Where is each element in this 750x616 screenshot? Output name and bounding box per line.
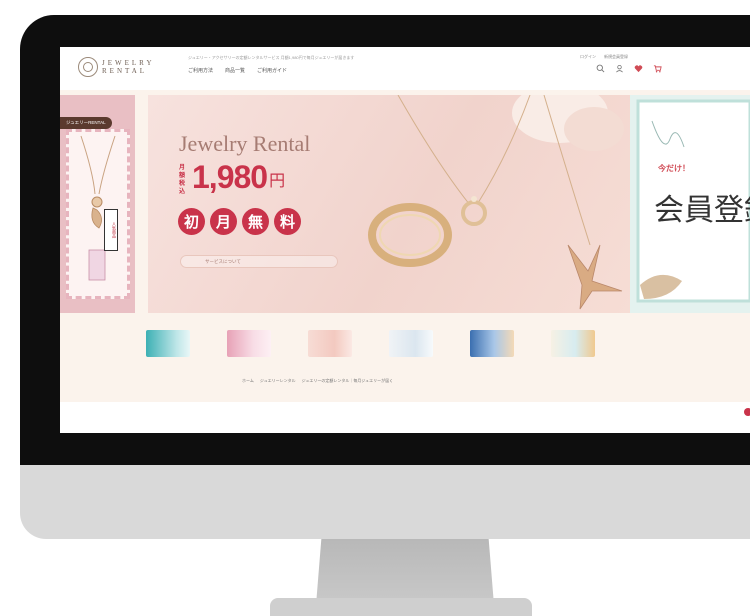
main-nav: ご利用方法 商品一覧 ご利用ガイド bbox=[188, 67, 287, 74]
monitor-chin bbox=[20, 465, 750, 539]
free-badge: 月 bbox=[210, 208, 237, 235]
thumbnail-2[interactable] bbox=[227, 330, 271, 357]
free-badge: 初 bbox=[178, 208, 205, 235]
logo-text: JEWELRY RENTAL bbox=[102, 59, 155, 75]
top-notice: ジュエリー・アクセサリーの定額レンタルサービス 月額1,980円で毎月ジュエリー… bbox=[188, 55, 355, 60]
prev-slide[interactable]: ジュエリーRENTAL 人気商品 bbox=[60, 95, 135, 313]
thumbnail-5[interactable] bbox=[470, 330, 514, 357]
price-unit: 円 bbox=[269, 173, 286, 190]
user-icon[interactable] bbox=[615, 64, 624, 73]
necklace-image bbox=[80, 135, 116, 281]
breadcrumb-home[interactable]: ホーム bbox=[242, 378, 254, 384]
thumbnail-4[interactable] bbox=[389, 330, 433, 357]
site-logo[interactable]: JEWELRY RENTAL bbox=[78, 57, 155, 77]
breadcrumb-current: ジュエリーの定額レンタル｜毎月ジュエリーが届く bbox=[301, 378, 394, 383]
left-slide-card bbox=[66, 129, 130, 299]
nav-item-guide[interactable]: ご利用ガイド bbox=[257, 67, 287, 74]
left-caption: 人気商品 bbox=[104, 209, 118, 251]
thumbnail-6[interactable] bbox=[551, 330, 595, 357]
jewelry-illustration bbox=[368, 95, 624, 310]
first-month-free-badges: 初 月 無 料 bbox=[178, 208, 301, 235]
hero-carousel: ジュエリーRENTAL 人気商品 Jewelry Rental 月額税込 1,9… bbox=[60, 90, 750, 320]
floating-button[interactable] bbox=[744, 408, 750, 416]
signup-link[interactable]: 新規会員登録 bbox=[604, 54, 628, 60]
search-icon[interactable] bbox=[596, 64, 605, 73]
page-content bbox=[60, 402, 750, 433]
free-badge: 料 bbox=[274, 208, 301, 235]
price-value: 1,980 bbox=[192, 159, 268, 195]
service-info-button[interactable]: サービスについて bbox=[180, 255, 338, 268]
monitor-foot bbox=[270, 598, 532, 616]
left-badge: ジュエリーRENTAL bbox=[60, 117, 112, 129]
monitor-stand bbox=[316, 539, 494, 605]
account-links: ログイン 新規会員登録 bbox=[580, 54, 628, 60]
logo-line-2: RENTAL bbox=[102, 67, 148, 75]
promo-title: 会員登録 bbox=[654, 193, 750, 228]
website-screen: JEWELRY RENTAL ジュエリー・アクセサリーの定額レンタルサービス 月… bbox=[60, 47, 750, 433]
main-banner[interactable]: Jewelry Rental 月額税込 1,980 円 初 月 無 料 サービス… bbox=[148, 95, 630, 313]
free-badge: 無 bbox=[242, 208, 269, 235]
thumbnail-3[interactable] bbox=[308, 330, 352, 357]
price: 月額税込 1,980 円 bbox=[179, 159, 285, 196]
banner-title: Jewelry Rental bbox=[179, 131, 311, 156]
nav-item-products[interactable]: 商品一覧 bbox=[225, 67, 245, 74]
price-tax-label: 月額税込 bbox=[179, 165, 186, 195]
thumbnail-1[interactable] bbox=[146, 330, 190, 357]
cart-icon[interactable] bbox=[653, 64, 662, 73]
header-icons bbox=[596, 64, 662, 73]
carousel-thumbnails: ホーム ジュエリーレンタル ジュエリーの定額レンタル｜毎月ジュエリーが届く bbox=[60, 320, 750, 402]
breadcrumb: ホーム ジュエリーレンタル ジュエリーの定額レンタル｜毎月ジュエリーが届く bbox=[242, 378, 393, 384]
breadcrumb-category[interactable]: ジュエリーレンタル bbox=[260, 378, 296, 384]
next-slide[interactable]: 今だけ！ 会員登録 bbox=[630, 95, 750, 313]
nav-item-usage[interactable]: ご利用方法 bbox=[188, 67, 213, 74]
heart-icon[interactable] bbox=[634, 64, 643, 73]
site-header: JEWELRY RENTAL ジュエリー・アクセサリーの定額レンタルサービス 月… bbox=[60, 47, 750, 90]
promo-tag: 今だけ！ bbox=[658, 164, 690, 173]
ring-logo-icon bbox=[78, 57, 98, 77]
login-link[interactable]: ログイン bbox=[580, 54, 596, 60]
logo-line-1: JEWELRY bbox=[102, 59, 155, 67]
